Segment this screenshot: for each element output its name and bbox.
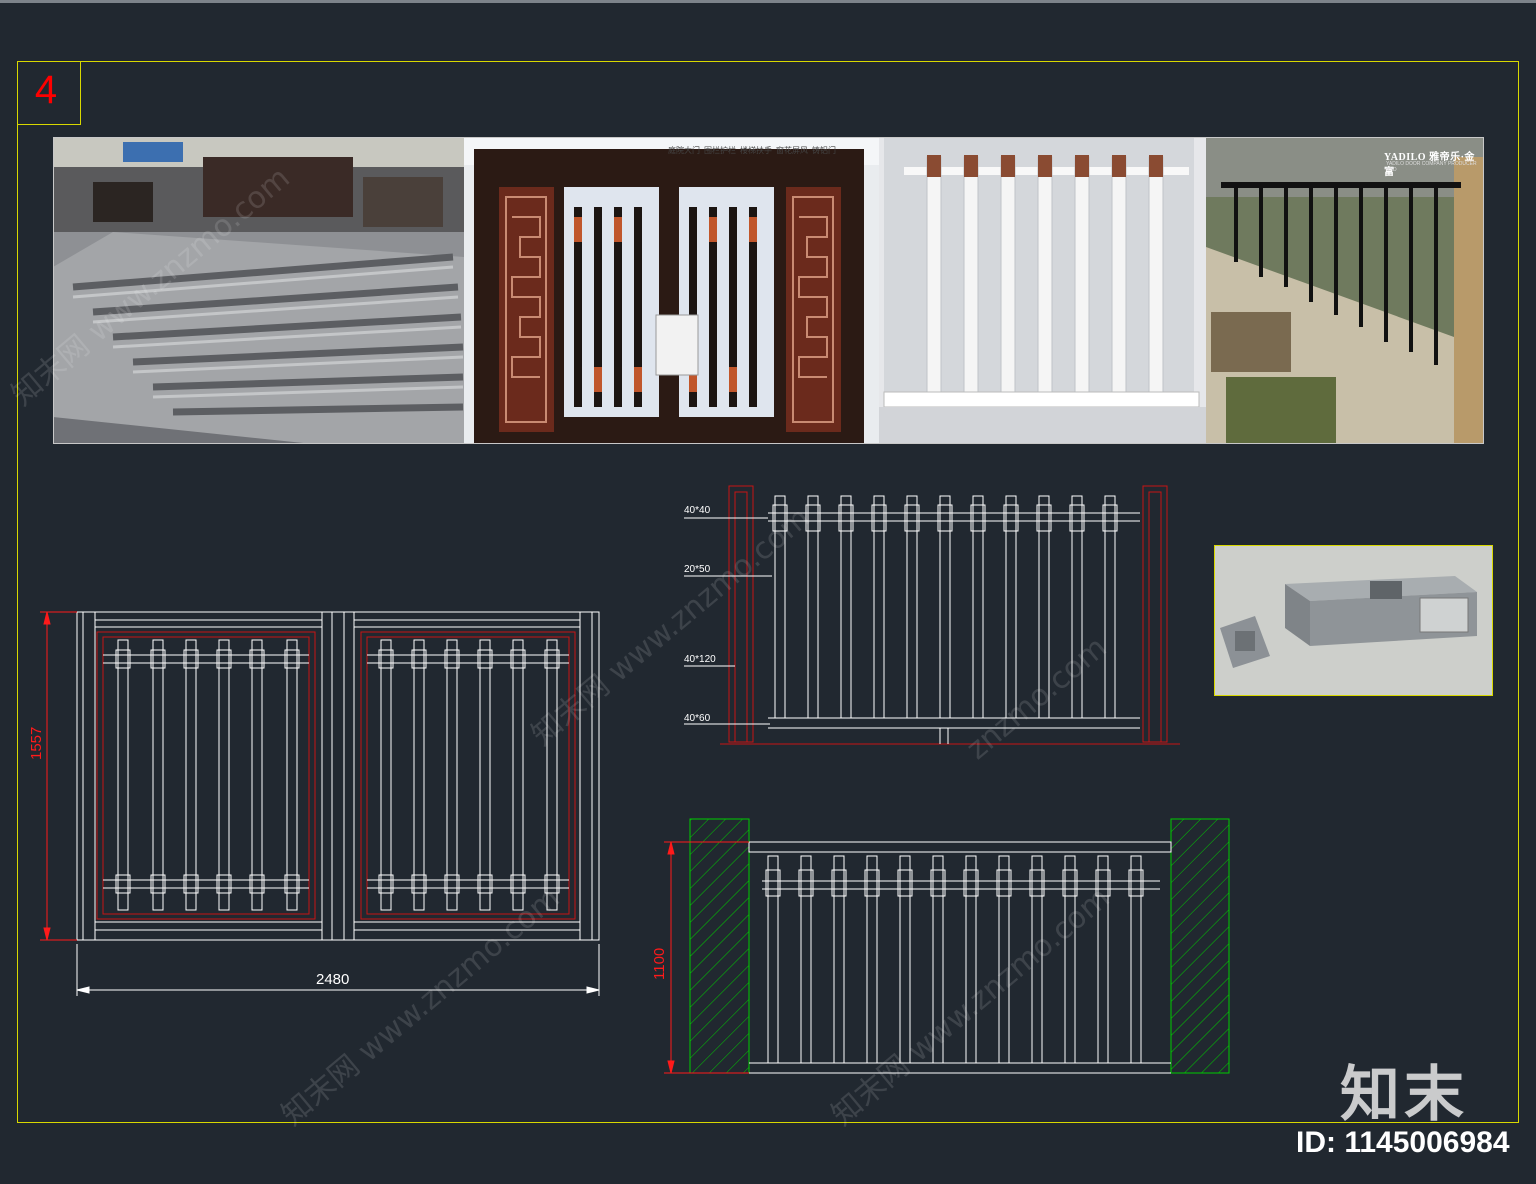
spec-label-top-rail: 40*40 — [684, 505, 711, 516]
front-width-dimension — [76, 944, 600, 996]
watermark-id: ID: 1145006984 — [1296, 1126, 1510, 1159]
install-height-label: 1100 — [651, 947, 668, 980]
front-width-label: 2480 — [316, 971, 350, 988]
watermark-logo: 知末 — [1340, 1060, 1468, 1130]
front-height-dimension — [40, 611, 77, 941]
front-height-label: 1557 — [28, 726, 45, 760]
photo-post-base — [1214, 545, 1493, 696]
spec-label-bottom-rail: 40*60 — [684, 713, 711, 724]
spec-label-post: 40*120 — [684, 654, 716, 665]
